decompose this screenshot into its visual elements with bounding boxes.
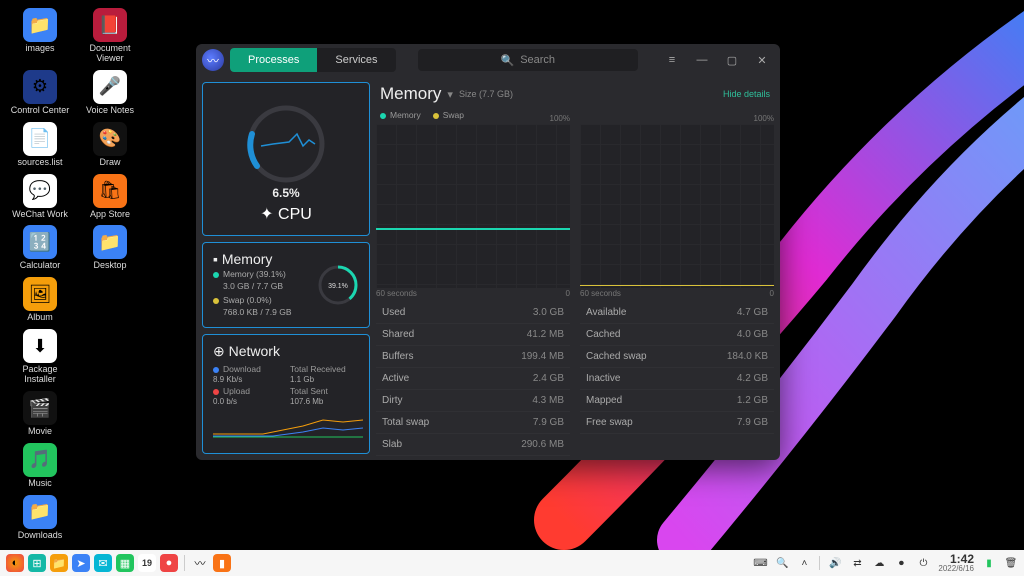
desktop-icon[interactable]: 🎬Movie xyxy=(8,391,72,437)
table-row: Free swap7.9 GB xyxy=(580,412,774,434)
search-tray-icon[interactable]: 🔍 xyxy=(775,556,789,570)
running-app-icon[interactable]: ▮ xyxy=(213,554,231,572)
table-row: Dirty4.3 MB xyxy=(376,390,570,412)
desktop-icon[interactable]: 🎨Draw xyxy=(78,122,142,168)
minimize-button[interactable]: — xyxy=(690,48,714,72)
desktop-icon[interactable]: 🎤Voice Notes xyxy=(78,70,142,116)
table-row: Buffers199.4 MB xyxy=(376,346,570,368)
table-row: Cached swap184.0 KB xyxy=(580,346,774,368)
clock[interactable]: 1:42 2022/6/16 xyxy=(938,553,974,573)
svg-text:39.1%: 39.1% xyxy=(328,283,348,290)
network-card[interactable]: ⊕ Network Download8.9 Kb/s Total Receive… xyxy=(202,334,370,454)
battery-icon[interactable]: ▮ xyxy=(982,556,996,570)
hide-details-link[interactable]: Hide details xyxy=(723,89,770,99)
table-row: Slab290.6 MB xyxy=(376,434,570,456)
network-card-title: ⊕ Network xyxy=(213,343,359,360)
taskbar: ◐ ⊞ 📁 ➤ ✉ ▦ 19 ● 〰 ▮ ⌨ 🔍 ˄ 🔊 ⇄ ☁ ⏺ ⏻ 1:4… xyxy=(0,550,1024,576)
network-chart xyxy=(213,410,363,438)
memory-chart: 100% 60 seconds 0 xyxy=(376,124,570,288)
record-icon[interactable]: ⏺ xyxy=(894,556,908,570)
right-panel: Memory ▾ Size (7.7 GB) Hide details Memo… xyxy=(376,82,774,454)
cpu-gauge xyxy=(231,94,341,184)
app-icon: 〰 xyxy=(202,49,224,71)
running-monitor-icon[interactable]: 〰 xyxy=(191,554,209,572)
table-row: Shared41.2 MB xyxy=(376,324,570,346)
cpu-percent: 6.5% xyxy=(272,186,299,200)
desktop-icon[interactable]: 📄sources.list xyxy=(8,122,72,168)
volume-icon[interactable]: 🔊 xyxy=(828,556,842,570)
desktop-icon[interactable]: ⚙Control Center xyxy=(8,70,72,116)
taskview-icon[interactable]: ⊞ xyxy=(28,554,46,572)
desktop-icon[interactable]: 📁images xyxy=(8,8,72,64)
calendar-icon[interactable]: 19 xyxy=(138,554,156,572)
desktop-icon[interactable]: 📕Document Viewer xyxy=(78,8,142,64)
search-placeholder: Search xyxy=(520,54,555,66)
keyboard-icon[interactable]: ⌨ xyxy=(753,556,767,570)
memory-card[interactable]: ▪ Memory Memory (39.1%) 3.0 GB / 7.7 GB … xyxy=(202,242,370,328)
table-row: Cached4.0 GB xyxy=(580,324,774,346)
desktop-icon[interactable]: 🛍App Store xyxy=(78,174,142,220)
tab-processes[interactable]: Processes xyxy=(230,48,317,72)
table-row: Used3.0 GB xyxy=(376,302,570,324)
network-tray-icon[interactable]: ⇄ xyxy=(850,556,864,570)
mail-icon[interactable]: ✉ xyxy=(94,554,112,572)
table-row: Active2.4 GB xyxy=(376,368,570,390)
window-body: 6.5% ✦ CPU ▪ Memory Memory (39.1%) 3.0 G… xyxy=(196,76,780,460)
view-tabs: Processes Services xyxy=(230,48,396,72)
desktop-icon[interactable]: 📁Desktop xyxy=(78,225,142,271)
chevron-up-icon[interactable]: ˄ xyxy=(797,556,811,570)
desktop-icon[interactable]: 🔢Calculator xyxy=(8,225,72,271)
memory-card-title: ▪ Memory xyxy=(213,251,317,267)
menu-button[interactable]: ≡ xyxy=(660,48,684,72)
maximize-button[interactable]: ▢ xyxy=(720,48,744,72)
desktop-icon[interactable]: 💬WeChat Work xyxy=(8,174,72,220)
system-monitor-window: 〰 Processes Services 🔍 Search ≡ — ▢ ✕ xyxy=(196,44,780,460)
search-container: 🔍 Search xyxy=(402,49,654,71)
close-button[interactable]: ✕ xyxy=(750,48,774,72)
power-icon[interactable]: ⏻ xyxy=(916,556,930,570)
desktop-icon[interactable]: 🖼Album xyxy=(8,277,72,323)
desktop: 📁images📕Document Viewer⚙Control Center🎤V… xyxy=(0,0,1024,576)
desktop-icons: 📁images📕Document Viewer⚙Control Center🎤V… xyxy=(8,8,142,541)
cpu-label: ✦ CPU xyxy=(260,204,312,224)
memory-size: Size (7.7 GB) xyxy=(459,89,513,99)
desktop-icon[interactable]: 📁Downloads xyxy=(8,495,72,541)
search-icon: 🔍 xyxy=(500,54,514,67)
files-icon[interactable]: 📁 xyxy=(50,554,68,572)
tab-services[interactable]: Services xyxy=(317,48,395,72)
titlebar: 〰 Processes Services 🔍 Search ≡ — ▢ ✕ xyxy=(196,44,780,76)
desktop-icon[interactable]: ⬇Package Installer xyxy=(8,329,72,385)
chevron-down-icon[interactable]: ▾ xyxy=(447,88,453,101)
chart-legend: Memory Swap xyxy=(376,110,774,120)
table-row: Inactive4.2 GB xyxy=(580,368,774,390)
table-row: Total swap7.9 GB xyxy=(376,412,570,434)
app2-icon[interactable]: ● xyxy=(160,554,178,572)
left-panel: 6.5% ✦ CPU ▪ Memory Memory (39.1%) 3.0 G… xyxy=(202,82,370,454)
memory-donut: 39.1% xyxy=(317,264,359,306)
trash-icon[interactable]: 🗑 xyxy=(1004,556,1018,570)
swap-chart: 100% 60 seconds 0 xyxy=(580,124,774,288)
cloud-icon[interactable]: ☁ xyxy=(872,556,886,570)
app1-icon[interactable]: ▦ xyxy=(116,554,134,572)
memory-table: Used3.0 GBShared41.2 MBBuffers199.4 MBAc… xyxy=(376,302,774,456)
launcher-icon[interactable]: ◐ xyxy=(6,554,24,572)
browser-icon[interactable]: ➤ xyxy=(72,554,90,572)
table-row: Mapped1.2 GB xyxy=(580,390,774,412)
desktop-icon[interactable]: 🎵Music xyxy=(8,443,72,489)
search-input[interactable]: 🔍 Search xyxy=(418,49,638,71)
table-row: Available4.7 GB xyxy=(580,302,774,324)
section-title: Memory xyxy=(380,84,441,104)
cpu-card[interactable]: 6.5% ✦ CPU xyxy=(202,82,370,236)
